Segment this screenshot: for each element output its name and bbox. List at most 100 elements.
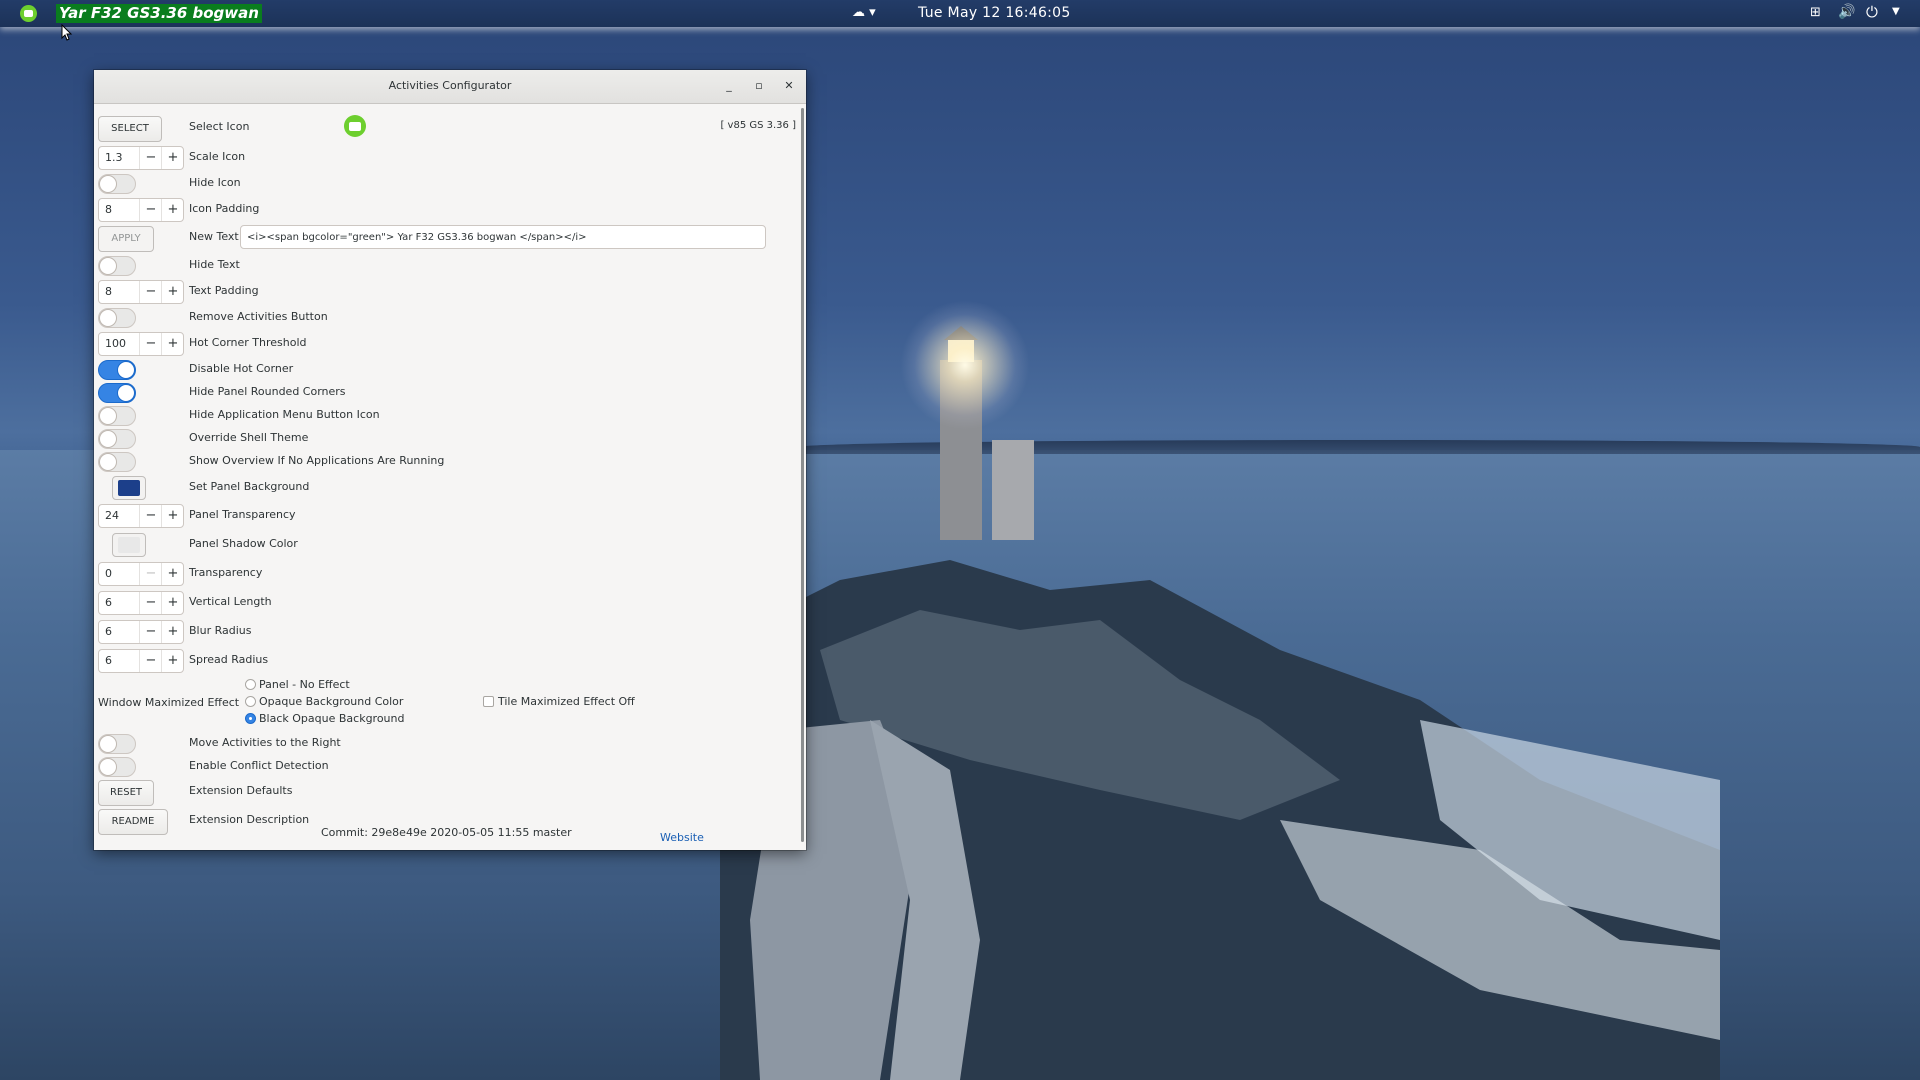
vertical-length-spinner[interactable]: 6 − + bbox=[98, 591, 184, 615]
icon-padding-label: Icon Padding bbox=[189, 202, 260, 215]
panel-transparency-value[interactable]: 24 bbox=[105, 509, 119, 522]
close-button[interactable]: ✕ bbox=[782, 79, 796, 93]
power-icon[interactable]: ⏻ bbox=[1866, 3, 1878, 21]
increment-button[interactable]: + bbox=[161, 333, 184, 355]
panel-shadow-color-button[interactable] bbox=[112, 533, 146, 557]
decrement-button[interactable]: − bbox=[139, 333, 162, 355]
apply-text-button[interactable]: APPLY bbox=[98, 226, 154, 252]
radio-opaque-color-label[interactable]: Opaque Background Color bbox=[259, 695, 403, 708]
spread-radius-label: Spread Radius bbox=[189, 653, 269, 666]
window-titlebar[interactable]: Activities Configurator _ ▫ ✕ bbox=[94, 70, 806, 104]
new-text-label: New Text bbox=[189, 230, 239, 243]
hide-app-menu-icon-switch[interactable] bbox=[98, 406, 136, 426]
increment-button[interactable]: + bbox=[161, 621, 184, 643]
hide-icon-switch[interactable] bbox=[98, 174, 136, 194]
shadow-transparency-spinner[interactable]: 0 − + bbox=[98, 562, 184, 586]
hide-panel-corners-label: Hide Panel Rounded Corners bbox=[189, 385, 346, 398]
volume-icon[interactable]: 🔊 bbox=[1838, 4, 1855, 20]
show-overview-switch[interactable] bbox=[98, 452, 136, 472]
remove-activities-label: Remove Activities Button bbox=[189, 310, 328, 323]
scale-icon-label: Scale Icon bbox=[189, 150, 246, 163]
hot-corner-threshold-spinner[interactable]: 100 − + bbox=[98, 332, 184, 356]
top-panel: Yar F32 GS3.36 bogwan ☁ ▾ Tue May 12 16:… bbox=[0, 0, 1920, 27]
version-label: [ v85 GS 3.36 ] bbox=[720, 120, 796, 131]
activities-icon[interactable] bbox=[20, 5, 37, 22]
hide-icon-label: Hide Icon bbox=[189, 176, 241, 189]
hide-panel-corners-switch[interactable] bbox=[98, 383, 136, 403]
new-text-input[interactable]: <i><span bgcolor="green"> Yar F32 GS3.36… bbox=[240, 225, 766, 249]
select-icon-button[interactable]: SELECT bbox=[98, 116, 162, 142]
panel-background-color-button[interactable] bbox=[112, 476, 146, 500]
decrement-button[interactable]: − bbox=[139, 281, 162, 303]
disable-hot-corner-label: Disable Hot Corner bbox=[189, 362, 294, 375]
panel-background-color-swatch bbox=[118, 480, 140, 496]
move-activities-right-label: Move Activities to the Right bbox=[189, 736, 341, 749]
remove-activities-switch[interactable] bbox=[98, 308, 136, 328]
activities-button-label[interactable]: Yar F32 GS3.36 bogwan bbox=[56, 4, 262, 23]
override-shell-theme-switch[interactable] bbox=[98, 429, 136, 449]
tile-maximized-label[interactable]: Tile Maximized Effect Off bbox=[498, 695, 635, 708]
increment-button[interactable]: + bbox=[161, 199, 184, 221]
tile-maximized-checkbox[interactable] bbox=[483, 696, 494, 707]
hide-app-menu-icon-label: Hide Application Menu Button Icon bbox=[189, 408, 380, 421]
radio-opaque-color[interactable] bbox=[245, 696, 256, 707]
blur-radius-label: Blur Radius bbox=[189, 624, 252, 637]
decrement-button[interactable]: − bbox=[139, 147, 162, 169]
wallpaper-light-glow bbox=[900, 300, 1030, 430]
icon-padding-spinner[interactable]: 8 − + bbox=[98, 198, 184, 222]
increment-button[interactable]: + bbox=[161, 563, 184, 585]
decrement-button[interactable]: − bbox=[139, 563, 162, 585]
scale-icon-spinner[interactable]: 1.3 − + bbox=[98, 146, 184, 170]
readme-button[interactable]: README bbox=[98, 809, 168, 835]
disable-hot-corner-switch[interactable] bbox=[98, 360, 136, 380]
spread-radius-spinner[interactable]: 6 − + bbox=[98, 649, 184, 673]
increment-button[interactable]: + bbox=[161, 147, 184, 169]
increment-button[interactable]: + bbox=[161, 281, 184, 303]
commit-info: Commit: 29e8e49e 2020-05-05 11:55 master bbox=[321, 826, 572, 839]
hot-corner-threshold-value[interactable]: 100 bbox=[105, 337, 126, 350]
scale-icon-value[interactable]: 1.3 bbox=[105, 151, 123, 164]
network-icon[interactable]: ⊞ bbox=[1810, 5, 1821, 20]
select-icon-label: Select Icon bbox=[189, 120, 250, 133]
hide-text-label: Hide Text bbox=[189, 258, 240, 271]
vertical-length-value[interactable]: 6 bbox=[105, 596, 112, 609]
blur-radius-value[interactable]: 6 bbox=[105, 625, 112, 638]
text-padding-label: Text Padding bbox=[189, 284, 259, 297]
system-menu-arrow-icon[interactable]: ▼ bbox=[1892, 6, 1900, 17]
panel-transparency-spinner[interactable]: 24 − + bbox=[98, 504, 184, 528]
panel-shadow-color-label: Panel Shadow Color bbox=[189, 537, 298, 550]
increment-button[interactable]: + bbox=[161, 650, 184, 672]
maximized-effect-group: Window Maximized Effect Panel - No Effec… bbox=[94, 678, 804, 728]
conflict-detection-switch[interactable] bbox=[98, 757, 136, 777]
panel-clock[interactable]: Tue May 12 16:46:05 bbox=[918, 5, 1071, 21]
radio-black-opaque[interactable] bbox=[245, 713, 256, 724]
radio-black-opaque-label[interactable]: Black Opaque Background bbox=[259, 712, 404, 725]
text-padding-value[interactable]: 8 bbox=[105, 285, 112, 298]
shadow-transparency-value[interactable]: 0 bbox=[105, 567, 112, 580]
text-padding-spinner[interactable]: 8 − + bbox=[98, 280, 184, 304]
vertical-length-label: Vertical Length bbox=[189, 595, 272, 608]
blur-radius-spinner[interactable]: 6 − + bbox=[98, 620, 184, 644]
increment-button[interactable]: + bbox=[161, 505, 184, 527]
decrement-button[interactable]: − bbox=[139, 621, 162, 643]
move-activities-right-switch[interactable] bbox=[98, 734, 136, 754]
reset-button[interactable]: RESET bbox=[98, 780, 154, 806]
minimize-button[interactable]: _ bbox=[722, 79, 736, 93]
activities-configurator-window: Activities Configurator _ ▫ ✕ SELECT Sel… bbox=[94, 70, 806, 850]
reset-label: Extension Defaults bbox=[189, 784, 293, 797]
decrement-button[interactable]: − bbox=[139, 199, 162, 221]
hot-corner-threshold-label: Hot Corner Threshold bbox=[189, 336, 307, 349]
radio-no-effect[interactable] bbox=[245, 679, 256, 690]
weather-icon[interactable]: ☁ ▾ bbox=[852, 5, 876, 20]
increment-button[interactable]: + bbox=[161, 592, 184, 614]
conflict-detection-label: Enable Conflict Detection bbox=[189, 759, 329, 772]
decrement-button[interactable]: − bbox=[139, 650, 162, 672]
maximize-button[interactable]: ▫ bbox=[752, 79, 766, 93]
spread-radius-value[interactable]: 6 bbox=[105, 654, 112, 667]
radio-no-effect-label[interactable]: Panel - No Effect bbox=[259, 678, 350, 691]
icon-padding-value[interactable]: 8 bbox=[105, 203, 112, 216]
hide-text-switch[interactable] bbox=[98, 256, 136, 276]
decrement-button[interactable]: − bbox=[139, 505, 162, 527]
decrement-button[interactable]: − bbox=[139, 592, 162, 614]
website-link[interactable]: Website bbox=[660, 831, 704, 844]
